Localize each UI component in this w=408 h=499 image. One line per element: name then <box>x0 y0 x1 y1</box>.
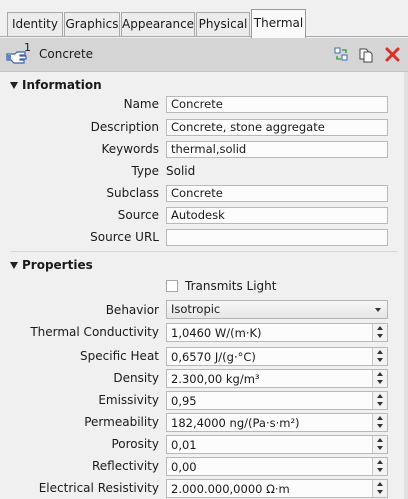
tab-thermal[interactable]: Thermal <box>251 9 306 38</box>
specific-heat-value[interactable]: 0,6570 J/(g·°C) <box>171 349 256 365</box>
emissivity-label: Emissivity <box>98 393 159 407</box>
reflectivity-label: Reflectivity <box>91 459 159 473</box>
properties-section-title: Properties <box>22 258 93 272</box>
electrical-resistivity-value[interactable]: 2.000.000,0000 Ω·m <box>171 481 290 497</box>
asset-title: Concrete <box>39 47 94 61</box>
spinner-buttons[interactable] <box>372 392 387 409</box>
duplicate-icon[interactable] <box>333 46 350 63</box>
permeability-spinner[interactable]: 182,4000 ng/(Pa·s·m²) <box>166 413 388 432</box>
spin-down-icon[interactable] <box>377 402 383 406</box>
chevron-down-icon[interactable] <box>375 308 381 312</box>
spin-down-icon[interactable] <box>377 446 383 450</box>
spin-up-icon[interactable] <box>377 350 383 354</box>
tab-graphics[interactable]: Graphics <box>64 12 120 36</box>
behavior-dropdown[interactable]: Isotropic <box>166 300 388 319</box>
section-divider <box>10 251 398 252</box>
description-field[interactable]: Concrete, stone aggregate <box>166 119 388 136</box>
type-label: Type <box>131 164 159 178</box>
specific-heat-spinner[interactable]: 0,6570 J/(g·°C) <box>166 347 388 366</box>
name-field[interactable]: Concrete <box>166 96 388 113</box>
source-url-label: Source URL <box>90 230 159 244</box>
porosity-value[interactable]: 0,01 <box>171 437 197 453</box>
transmits-light-checkbox[interactable] <box>166 280 178 292</box>
thermal-conductivity-label: Thermal Conductivity <box>30 325 159 339</box>
spin-down-icon[interactable] <box>377 468 383 472</box>
tab-identity[interactable]: Identity <box>7 12 63 36</box>
spinner-buttons[interactable] <box>372 480 387 497</box>
asset-header: 1 Concrete <box>0 38 408 72</box>
spin-down-icon[interactable] <box>377 424 383 428</box>
spin-up-icon[interactable] <box>377 482 383 486</box>
tab-appearance[interactable]: Appearance <box>121 12 195 36</box>
keywords-label: Keywords <box>101 142 159 156</box>
keywords-field[interactable]: thermal,solid <box>166 141 388 158</box>
properties-section-header[interactable]: Properties <box>0 257 408 275</box>
electrical-resistivity-label: Electrical Resistivity <box>38 481 159 495</box>
behavior-label: Behavior <box>105 303 159 317</box>
spin-down-icon[interactable] <box>377 490 383 494</box>
source-url-field[interactable] <box>166 229 388 246</box>
tab-physical[interactable]: Physical <box>196 12 250 36</box>
source-field[interactable]: Autodesk <box>166 207 388 224</box>
electrical-resistivity-spinner[interactable]: 2.000.000,0000 Ω·m <box>166 479 388 498</box>
porosity-spinner[interactable]: 0,01 <box>166 435 388 454</box>
spin-up-icon[interactable] <box>377 326 383 330</box>
specific-heat-label: Specific Heat <box>80 349 159 363</box>
spinner-buttons[interactable] <box>372 436 387 453</box>
density-spinner[interactable]: 2.300,00 kg/m³ <box>166 369 388 388</box>
tab-bar: Identity Graphics Appearance Physical Th… <box>0 0 408 38</box>
description-label: Description <box>90 120 159 134</box>
porosity-label: Porosity <box>111 437 159 451</box>
delete-icon[interactable] <box>384 46 401 63</box>
density-label: Density <box>113 371 159 385</box>
copy-icon[interactable] <box>358 46 375 63</box>
behavior-value: Isotropic <box>171 302 221 316</box>
information-section-header[interactable]: Information <box>0 77 408 95</box>
emissivity-spinner[interactable]: 0,95 <box>166 391 388 410</box>
reflectivity-value[interactable]: 0,00 <box>171 459 197 475</box>
tab-bar-divider <box>0 36 408 37</box>
spin-down-icon[interactable] <box>377 358 383 362</box>
permeability-label: Permeability <box>84 415 159 429</box>
name-label: Name <box>123 97 159 111</box>
asset-number: 1 <box>24 41 31 54</box>
spin-up-icon[interactable] <box>377 394 383 398</box>
spin-down-icon[interactable] <box>377 334 383 338</box>
emissivity-value[interactable]: 0,95 <box>171 393 197 409</box>
spin-down-icon[interactable] <box>377 380 383 384</box>
density-value[interactable]: 2.300,00 kg/m³ <box>171 371 260 387</box>
subclass-label: Subclass <box>106 186 159 200</box>
collapse-triangle-icon[interactable] <box>10 82 18 89</box>
thermal-conductivity-spinner[interactable]: 1,0460 W/(m·K) <box>166 323 388 342</box>
collapse-triangle-icon[interactable] <box>10 262 18 269</box>
spinner-buttons[interactable] <box>372 414 387 431</box>
scrollbar[interactable] <box>404 72 408 499</box>
thermal-conductivity-value[interactable]: 1,0460 W/(m·K) <box>171 325 262 341</box>
information-section-title: Information <box>22 78 102 92</box>
spinner-buttons[interactable] <box>372 348 387 365</box>
subclass-field[interactable]: Concrete <box>166 185 388 202</box>
transmits-light-label: Transmits Light <box>185 279 277 293</box>
spinner-buttons[interactable] <box>372 324 387 341</box>
spin-up-icon[interactable] <box>377 416 383 420</box>
reflectivity-spinner[interactable]: 0,00 <box>166 457 388 476</box>
spin-up-icon[interactable] <box>377 460 383 464</box>
spin-up-icon[interactable] <box>377 372 383 376</box>
spinner-buttons[interactable] <box>372 370 387 387</box>
spinner-buttons[interactable] <box>372 458 387 475</box>
type-value: Solid <box>166 164 196 178</box>
spin-up-icon[interactable] <box>377 438 383 442</box>
permeability-value[interactable]: 182,4000 ng/(Pa·s·m²) <box>171 415 300 431</box>
source-label: Source <box>117 208 159 222</box>
